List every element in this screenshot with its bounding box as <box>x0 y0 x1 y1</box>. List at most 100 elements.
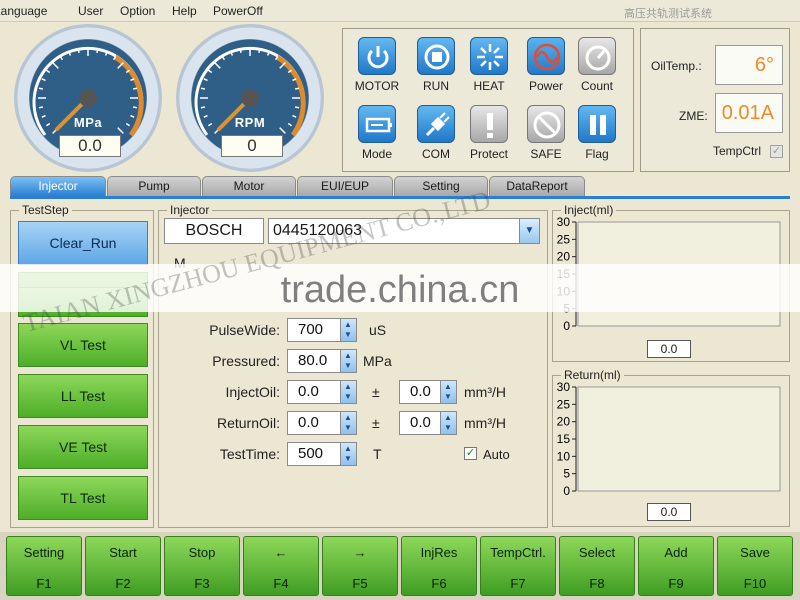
chart-y-tick-label: 25 <box>557 397 571 411</box>
mode-control[interactable]: Mode <box>351 105 403 161</box>
fkey-label: Add <box>664 545 688 560</box>
plug-icon <box>417 105 455 143</box>
fkey-label: → <box>353 545 367 560</box>
tab-underline <box>10 196 790 199</box>
return-oil-tol-value: 0.0 <box>410 414 431 431</box>
count-label: Count <box>580 79 614 93</box>
rpm-gauge: RPM 0 <box>176 24 324 172</box>
return-oil-unit: mm³/H <box>464 415 506 431</box>
fkey-keycap: F4 <box>273 576 289 591</box>
return-oil-input[interactable]: 0.0 ▲ ▼ <box>287 411 357 435</box>
inject-oil-tol-input[interactable]: 0.0 ▲ ▼ <box>399 380 457 404</box>
pressure-gauge: MPa 0.0 <box>14 24 162 172</box>
chart-y-tick-label: 5 <box>563 467 570 481</box>
fkey-keycap: F1 <box>36 576 52 591</box>
fkey-f7[interactable]: TempCtrl. F7 <box>480 536 556 596</box>
stop-square-icon <box>417 37 455 75</box>
safe-control[interactable]: SAFE <box>520 105 572 161</box>
menu-help[interactable]: Help <box>172 4 197 18</box>
pressured-unit: MPa <box>363 353 392 369</box>
fkey-label: Stop <box>188 545 216 560</box>
pressured-input[interactable]: 80.0 ▲ ▼ <box>287 349 357 373</box>
inject-chart-readout: 0.0 <box>647 340 691 358</box>
auto-checkbox[interactable]: ✓ <box>464 447 477 460</box>
fkey-f6[interactable]: InjRes F6 <box>401 536 477 596</box>
tab-eui-eup[interactable]: EUI/EUP <box>297 176 393 196</box>
motor-control[interactable]: MOTOR <box>351 37 403 93</box>
test-step-group: TestStep Clear_Run VL Test LL Test VE Te… <box>10 203 154 528</box>
oil-temp-label: OilTemp.: <box>651 59 702 73</box>
chart-y-tick-label: 30 <box>557 380 571 394</box>
fkey-f5[interactable]: → F5 <box>322 536 398 596</box>
fkey-keycap: F3 <box>194 576 210 591</box>
fkey-f1[interactable]: Setting F1 <box>6 536 82 596</box>
menu-bar: Language User Option Help PowerOff 高压共轨测… <box>0 0 800 22</box>
power-icon <box>358 37 396 75</box>
spinner-arrows-icon[interactable]: ▲ ▼ <box>340 319 356 341</box>
fkey-keycap: F8 <box>589 576 605 591</box>
pulse-wide-input[interactable]: 700 ▲ ▼ <box>287 318 357 342</box>
chart-y-tick-label: 15 <box>557 432 571 446</box>
step-clear-run[interactable]: Clear_Run <box>18 221 148 265</box>
chart-y-tick-label: 20 <box>557 415 571 429</box>
inject-oil-input[interactable]: 0.0 ▲ ▼ <box>287 380 357 404</box>
spinner-arrows-icon[interactable]: ▲ ▼ <box>340 381 356 403</box>
pulse-wide-value: 700 <box>298 321 324 338</box>
com-label: COM <box>422 147 450 161</box>
app-title: 高压共轨测试系统 <box>624 8 712 20</box>
inject-oil-pm: ± <box>372 384 380 400</box>
menu-option[interactable]: Option <box>120 4 155 18</box>
control-panel: MOTOR RUN HEAT Power Count Mode COM Prot… <box>342 28 634 172</box>
exclamation-icon <box>470 105 508 143</box>
power-label: Power <box>528 79 563 93</box>
spinner-arrows-icon[interactable]: ▲ ▼ <box>340 443 356 465</box>
chevron-down-icon[interactable]: ▼ <box>519 219 539 243</box>
inject-oil-value: 0.0 <box>298 383 319 400</box>
fkey-label: Setting <box>23 545 65 560</box>
fkey-keycap: F5 <box>352 576 368 591</box>
step-ve-test[interactable]: VE Test <box>18 425 148 469</box>
fkey-f3[interactable]: Stop F3 <box>164 536 240 596</box>
fkey-f8[interactable]: Select F8 <box>559 536 635 596</box>
tab-pump[interactable]: Pump <box>107 176 201 196</box>
zme-label: ZME: <box>679 109 708 123</box>
rpm-gauge-unit: RPM <box>234 115 266 130</box>
tab-motor[interactable]: Motor <box>202 176 296 196</box>
menu-poweroff[interactable]: PowerOff <box>213 4 263 18</box>
tab-injector[interactable]: Injector <box>10 176 106 196</box>
return-oil-label: ReturnOil: <box>216 415 280 431</box>
test-time-input[interactable]: 500 ▲ ▼ <box>287 442 357 466</box>
inject-oil-label: InjectOil: <box>225 384 280 400</box>
return-oil-tol-input[interactable]: 0.0 ▲ ▼ <box>399 411 457 435</box>
run-control[interactable]: RUN <box>410 37 462 93</box>
menu-user[interactable]: User <box>78 4 103 18</box>
spinner-arrows-icon[interactable]: ▲ ▼ <box>340 350 356 372</box>
spinner-arrows-icon[interactable]: ▲ ▼ <box>440 412 456 434</box>
test-time-label: TestTime: <box>219 446 280 462</box>
return-chart: 0 5 10 15 20 25 30 <box>557 380 781 498</box>
fkey-f9[interactable]: Add F9 <box>638 536 714 596</box>
count-control[interactable]: Count <box>571 37 623 93</box>
chart-y-tick-label: 0 <box>563 319 570 333</box>
step-tl-test[interactable]: TL Test <box>18 476 148 520</box>
step-ll-test[interactable]: LL Test <box>18 374 148 418</box>
fkey-f10[interactable]: Save F10 <box>717 536 793 596</box>
fkey-label: Save <box>740 545 770 560</box>
chart-y-tick-label: 10 <box>557 449 571 463</box>
safe-label: SAFE <box>530 147 562 161</box>
menu-language[interactable]: Language <box>0 4 47 18</box>
spinner-arrows-icon[interactable]: ▲ ▼ <box>340 412 356 434</box>
power-control[interactable]: Power <box>520 37 572 93</box>
protect-control[interactable]: Protect <box>463 105 515 161</box>
brand-field[interactable]: BOSCH <box>164 218 264 244</box>
test-step-title: TestStep <box>19 203 72 217</box>
fkey-label: Select <box>578 545 616 560</box>
fkey-keycap: F7 <box>510 576 526 591</box>
fkey-f4[interactable]: ← F4 <box>243 536 319 596</box>
temp-ctrl-checkbox[interactable]: ✓ <box>770 145 783 158</box>
com-control[interactable]: COM <box>410 105 462 161</box>
fkey-f2[interactable]: Start F2 <box>85 536 161 596</box>
spinner-arrows-icon[interactable]: ▲ ▼ <box>440 381 456 403</box>
fkey-keycap: F9 <box>668 576 684 591</box>
heat-control[interactable]: HEAT <box>463 37 515 93</box>
